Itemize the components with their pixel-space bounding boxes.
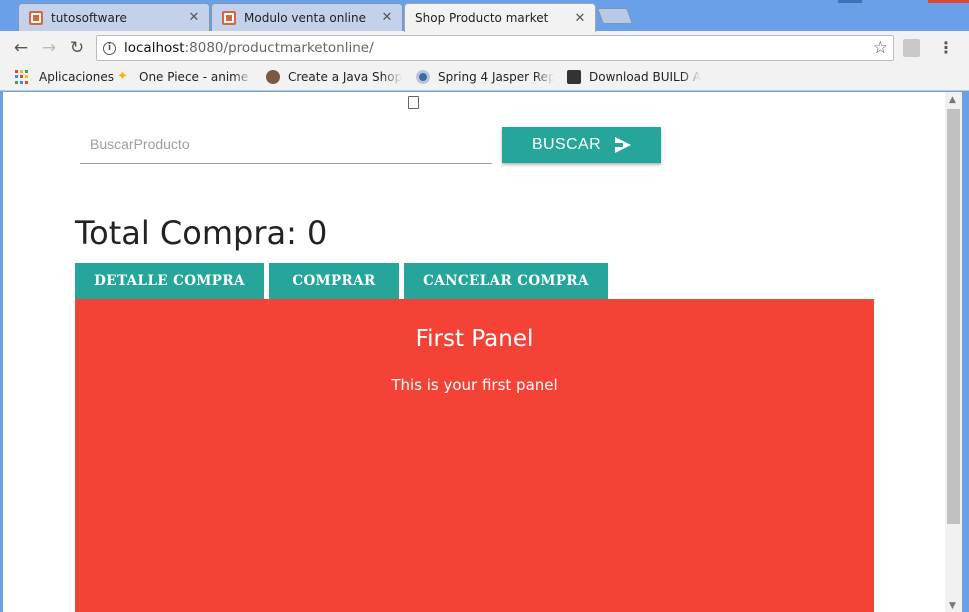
new-tab-button[interactable] — [597, 8, 633, 24]
circle-bookmark-icon — [416, 70, 430, 84]
back-arrow-icon[interactable]: ← — [10, 37, 32, 59]
browser-tab-tutosoftware[interactable]: tutosoftware ✕ — [18, 3, 210, 31]
panel-text: This is your first panel — [391, 376, 558, 394]
bookmark-aplicaciones[interactable]: Aplicaciones — [15, 70, 114, 84]
close-icon[interactable]: ✕ — [380, 10, 394, 25]
tab-detalle-compra[interactable]: DETALLE COMPRA — [75, 263, 264, 299]
bookmarks-bar: Aplicaciones ✦ One Piece - anime On Crea… — [0, 66, 969, 91]
box-bookmark-icon — [567, 70, 581, 84]
browser-toolbar: ← → ↻ i localhost:8080/productmarketonli… — [0, 31, 969, 66]
first-panel: First Panel This is your first panel — [75, 299, 874, 612]
apps-icon — [15, 70, 29, 84]
pdf-extension-icon[interactable] — [903, 39, 920, 57]
url-host: localhost — [124, 40, 185, 56]
vertical-scrollbar[interactable]: ▲ ▼ — [945, 92, 962, 612]
tab-label: Shop Producto market — [415, 11, 549, 25]
avatar-bookmark-icon — [266, 70, 280, 84]
search-input[interactable] — [80, 124, 492, 164]
address-bar[interactable]: i localhost:8080/productmarketonline/ ☆ — [96, 35, 894, 61]
url-path: :8080/productmarketonline/ — [184, 40, 374, 56]
tab-cancelar-compra[interactable]: CANCELAR COMPRA — [404, 263, 608, 299]
close-icon[interactable]: ✕ — [573, 11, 587, 26]
window-close-edge — [928, 0, 969, 3]
close-icon[interactable]: ✕ — [187, 10, 201, 25]
bookmark-label: Aplicaciones — [39, 70, 114, 84]
send-icon — [615, 137, 632, 153]
page-viewport: BUSCAR Total Compra: 0 DETALLE COMPRA CO… — [3, 92, 945, 612]
xampp-icon — [222, 10, 236, 25]
total-value: 0 — [307, 214, 328, 252]
total-label: Total Compra: — [75, 214, 297, 252]
bookmark-java-shopping[interactable]: Create a Java Shoppin — [266, 70, 402, 84]
window-minimize-edge — [838, 0, 862, 3]
scroll-thumb[interactable] — [947, 109, 960, 524]
star-bookmark-icon: ✦ — [117, 70, 128, 84]
scroll-down-icon[interactable]: ▼ — [949, 601, 956, 611]
bookmark-spring-jasper[interactable]: Spring 4 Jasper Repo — [416, 70, 554, 84]
info-icon[interactable]: i — [103, 41, 116, 55]
tab-comprar[interactable]: COMPRAR — [269, 263, 399, 299]
forward-arrow-icon[interactable]: → — [38, 37, 60, 59]
scroll-up-icon[interactable]: ▲ — [949, 95, 956, 105]
browser-tab-strip: tutosoftware ✕ Modulo venta online ✕ Sho… — [0, 0, 969, 109]
window-frame-edge — [962, 92, 969, 612]
bookmark-one-piece[interactable]: ✦ One Piece - anime On — [117, 70, 253, 84]
tab-label: tutosoftware — [51, 10, 127, 25]
search-button-label: BUSCAR — [531, 136, 602, 153]
tab-label: Modulo venta online — [244, 10, 366, 25]
star-icon[interactable]: ☆ — [873, 38, 888, 58]
reload-icon[interactable]: ↻ — [66, 37, 88, 59]
kebab-menu-icon[interactable]: ⋮ — [938, 38, 954, 57]
bookmark-download-build[interactable]: Download BUILD AN — [567, 70, 701, 84]
browser-tab-modulo-venta[interactable]: Modulo venta online ✕ — [211, 3, 403, 31]
search-button[interactable]: BUSCAR — [502, 127, 661, 163]
panel-title: First Panel — [415, 326, 534, 352]
xampp-icon — [29, 10, 43, 25]
browser-tab-shop-producto[interactable]: Shop Producto market ✕ — [404, 3, 596, 109]
total-purchase: Total Compra: 0 — [75, 214, 327, 252]
page-icon — [408, 96, 419, 109]
